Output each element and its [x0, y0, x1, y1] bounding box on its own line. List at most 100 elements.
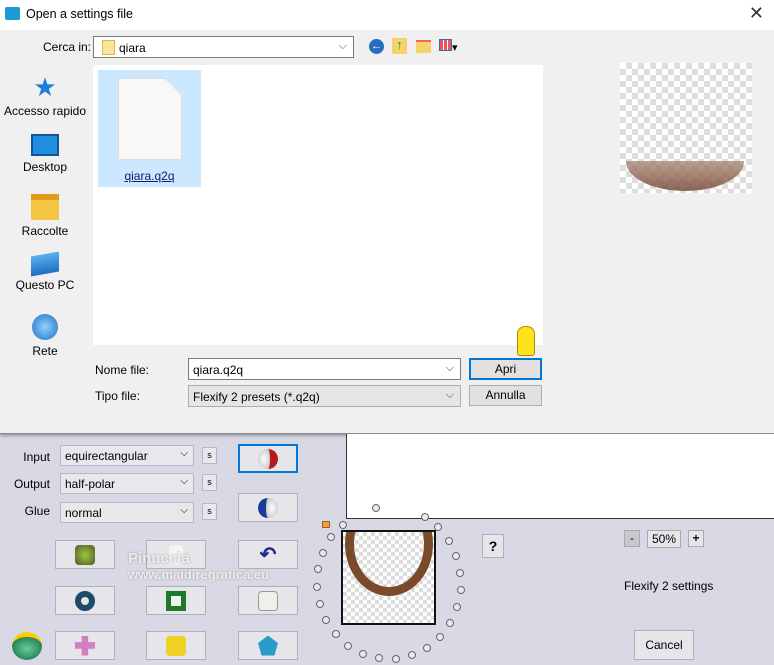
- file-item[interactable]: qiara.q2q: [98, 70, 201, 187]
- place-quick-access[interactable]: ★ Accesso rapido: [0, 74, 90, 118]
- dial-dot[interactable]: [456, 586, 465, 595]
- dial-dot[interactable]: [338, 520, 347, 529]
- dial-dot[interactable]: [314, 565, 323, 574]
- load-preset-button[interactable]: [238, 444, 298, 473]
- place-desktop[interactable]: Desktop: [0, 134, 90, 174]
- look-in-value: qiara: [119, 41, 146, 55]
- watermark-line2: www.maidiregrafica.eu: [128, 567, 270, 582]
- place-this-pc[interactable]: Questo PC: [0, 251, 90, 292]
- up-folder-icon[interactable]: ↑: [392, 38, 407, 54]
- dial-dot[interactable]: [391, 654, 400, 663]
- dial-dot[interactable]: [319, 548, 328, 557]
- cross-button[interactable]: [55, 631, 115, 660]
- place-label: Questo PC: [15, 278, 75, 292]
- dialog-title: Open a settings file: [26, 7, 134, 21]
- open-button[interactable]: Apri: [469, 358, 542, 380]
- dial-dot[interactable]: [313, 582, 322, 591]
- places-sidebar: ★ Accesso rapido Desktop Raccolte Questo…: [0, 64, 90, 402]
- dial-dot[interactable]: [446, 619, 455, 628]
- save-disc-icon: [258, 497, 278, 518]
- back-icon[interactable]: ←: [369, 39, 384, 54]
- output-select[interactable]: half-polar ⌵: [60, 473, 194, 494]
- look-in-combo[interactable]: qiara ⌵: [93, 36, 354, 58]
- file-name: qiara.q2q: [124, 169, 175, 183]
- dial-dot[interactable]: [452, 552, 461, 560]
- cancel-button[interactable]: Annulla: [469, 385, 542, 406]
- frame-icon: [166, 590, 186, 611]
- plugin-preview: [341, 530, 436, 625]
- dial-dot[interactable]: [358, 649, 367, 658]
- preview-image: [626, 161, 744, 191]
- dial-dot[interactable]: [374, 654, 383, 663]
- dial-dot[interactable]: [444, 536, 453, 545]
- reset-button[interactable]: ↶: [238, 540, 298, 569]
- chevron-down-icon: ⌵: [180, 476, 188, 487]
- pentagon-button[interactable]: [238, 631, 298, 660]
- dice-icon: [258, 590, 278, 611]
- look-in-label: Cerca in:: [43, 40, 92, 54]
- random-button[interactable]: [238, 586, 298, 615]
- ring-icon: [75, 590, 95, 611]
- input-select[interactable]: equirectangular ⌵: [60, 445, 194, 466]
- glue-value: normal: [65, 506, 102, 520]
- frame-button[interactable]: [146, 586, 206, 615]
- chevron-down-icon[interactable]: ⌵: [446, 362, 454, 375]
- load-disc-icon: [258, 448, 278, 469]
- file-icon: [118, 78, 182, 160]
- dial-dot[interactable]: [315, 599, 324, 608]
- dial-dot[interactable]: [453, 603, 462, 612]
- filename-input[interactable]: qiara.q2q ⌵: [188, 358, 461, 380]
- output-label: Output: [13, 477, 50, 491]
- place-label: Rete: [32, 344, 58, 358]
- glue-label: Glue: [24, 504, 50, 518]
- chevron-down-icon: ⌵: [180, 448, 188, 459]
- input-s-button[interactable]: s: [202, 447, 217, 464]
- desktop-icon: [31, 134, 59, 156]
- dial-dot[interactable]: [322, 616, 331, 625]
- filetype-select[interactable]: Flexify 2 presets (*.q2q) ⌵: [188, 385, 461, 407]
- planet-icon: [75, 544, 95, 565]
- view-menu-icon[interactable]: ▾: [439, 39, 463, 54]
- chevron-down-icon: ⌵: [338, 40, 347, 52]
- glue-select[interactable]: normal ⌵: [60, 502, 194, 523]
- plugin-canvas-area: [346, 434, 774, 519]
- dial-dot[interactable]: [435, 632, 444, 641]
- filetype-value: Flexify 2 presets (*.q2q): [193, 390, 320, 404]
- dial-dot[interactable]: [344, 641, 353, 650]
- watermark-line1: Pinuccia: [128, 550, 190, 567]
- new-folder-icon[interactable]: [416, 40, 431, 53]
- output-s-button[interactable]: s: [202, 474, 217, 491]
- orange-marker-icon[interactable]: [322, 521, 330, 528]
- dial-dot[interactable]: [420, 512, 429, 521]
- ring-button[interactable]: [55, 586, 115, 615]
- cross-icon: [75, 635, 95, 656]
- filename-value: qiara.q2q: [193, 363, 244, 377]
- input-value: equirectangular: [65, 449, 148, 463]
- planet-button[interactable]: [55, 540, 115, 569]
- dial-dot[interactable]: [331, 630, 340, 639]
- place-label: Raccolte: [21, 224, 69, 238]
- close-icon[interactable]: ✕: [749, 3, 764, 24]
- help-button[interactable]: ?: [482, 534, 504, 558]
- glue-s-button[interactable]: s: [202, 503, 217, 520]
- libraries-icon: [31, 194, 59, 220]
- file-preview: [620, 63, 752, 193]
- plugin-cancel-button[interactable]: Cancel: [634, 630, 694, 660]
- pentagon-icon: [258, 635, 278, 656]
- save-preset-button[interactable]: [238, 493, 298, 522]
- file-list[interactable]: qiara.q2q: [93, 65, 543, 345]
- zoom-out-button[interactable]: -: [624, 530, 640, 547]
- filetype-label: Tipo file:: [95, 389, 140, 403]
- zoom-in-button[interactable]: +: [688, 530, 704, 547]
- brick-icon: [166, 635, 186, 656]
- pointing-hand-icon: [517, 326, 535, 356]
- input-label: Input: [23, 450, 50, 464]
- dial-dot[interactable]: [407, 651, 416, 660]
- brick-button[interactable]: [146, 631, 206, 660]
- dial-dot[interactable]: [422, 643, 431, 652]
- dial-dot[interactable]: [433, 523, 442, 532]
- place-libraries[interactable]: Raccolte: [0, 194, 90, 238]
- place-network[interactable]: Rete: [0, 314, 90, 358]
- dial-dot[interactable]: [327, 533, 336, 542]
- dial-dot[interactable]: [456, 568, 465, 577]
